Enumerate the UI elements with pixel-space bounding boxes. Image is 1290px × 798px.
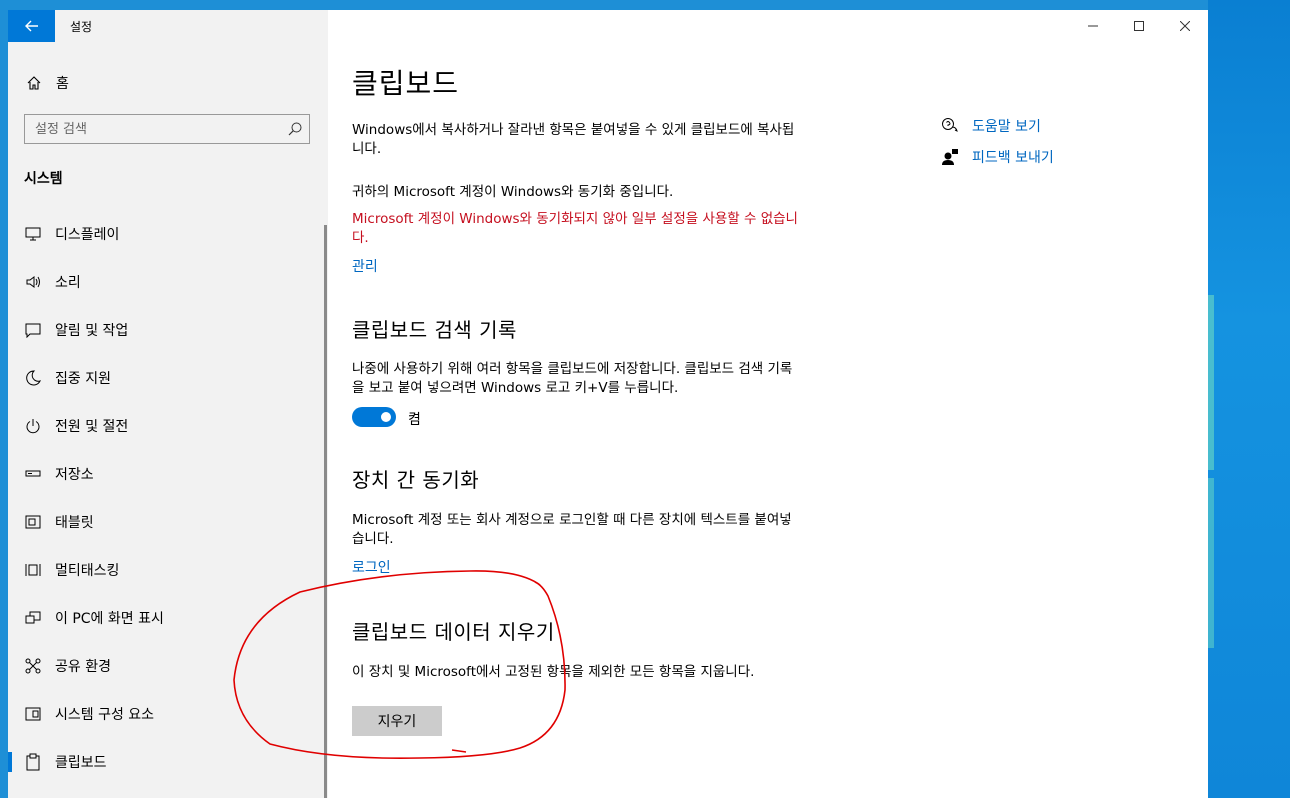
- project-icon: [24, 609, 42, 627]
- window-controls: [1070, 10, 1208, 42]
- sidebar-item-focus-assist[interactable]: 집중 지원: [8, 354, 324, 402]
- sidebar-item-label: 시스템 구성 요소: [55, 707, 155, 723]
- close-icon: [1180, 21, 1190, 31]
- related-links: 도움말 보기 피드백 보내기: [940, 110, 1054, 172]
- share-icon: [24, 657, 42, 675]
- moon-icon: [24, 369, 42, 387]
- history-toggle-label: 켬: [408, 412, 421, 428]
- minimize-icon: [1088, 25, 1098, 27]
- maximize-button[interactable]: [1116, 10, 1162, 42]
- clear-description: 이 장치 및 Microsoft에서 고정된 항목을 제외한 모든 항목을 지웁…: [352, 664, 755, 680]
- history-toggle[interactable]: [352, 407, 396, 427]
- sidebar-item-notifications[interactable]: 알림 및 작업: [8, 306, 324, 354]
- sidebar-item-tablet[interactable]: 태블릿: [8, 498, 324, 546]
- sidebar-item-label: 집중 지원: [55, 371, 111, 387]
- history-heading: 클립보드 검색 기록: [352, 318, 517, 342]
- sidebar-item-label: 저장소: [55, 467, 94, 483]
- sidebar: 설정 홈 시스템 디스플레이 소리 알림 및 작업: [8, 10, 328, 798]
- sidebar-item-sound[interactable]: 소리: [8, 258, 324, 306]
- home-label: 홈: [56, 76, 69, 92]
- app-title: 설정: [70, 20, 93, 34]
- sidebar-item-shared-experiences[interactable]: 공유 환경: [8, 642, 324, 690]
- sidebar-item-label: 소리: [55, 275, 81, 291]
- manage-link[interactable]: 관리: [352, 256, 378, 276]
- clipboard-icon: [24, 753, 42, 771]
- signin-link[interactable]: 로그인: [352, 557, 391, 577]
- sidebar-item-label: 태블릿: [55, 515, 94, 531]
- active-indicator: [8, 752, 12, 772]
- account-error-text: Microsoft 계정이 Windows와 동기화되지 않아 일부 설정을 사…: [352, 211, 798, 246]
- sidebar-item-system-components[interactable]: 시스템 구성 요소: [8, 690, 324, 738]
- components-icon: [24, 705, 42, 723]
- desktop-glow: [1208, 295, 1214, 470]
- sidebar-item-label: 알림 및 작업: [55, 323, 129, 339]
- clear-heading: 클립보드 데이터 지우기: [352, 620, 555, 644]
- sidebar-item-multitasking[interactable]: 멀티태스킹: [8, 546, 324, 594]
- close-button[interactable]: [1162, 10, 1208, 42]
- back-arrow-icon: [24, 20, 38, 32]
- sidebar-item-display[interactable]: 디스플레이: [8, 210, 324, 258]
- desktop-background: [1208, 0, 1290, 798]
- desktop-glow: [1208, 478, 1214, 648]
- sidebar-item-home[interactable]: 홈: [24, 68, 69, 98]
- sync-heading: 장치 간 동기화: [352, 468, 480, 492]
- page-title: 클립보드: [352, 67, 460, 100]
- account-sync-text: 귀하의 Microsoft 계정이 Windows와 동기화 중입니다.: [352, 184, 674, 200]
- intro-text: Windows에서 복사하거나 잘라낸 항목은 붙여넣을 수 있게 클립보드에 …: [352, 122, 795, 157]
- sidebar-item-label: 전원 및 절전: [55, 419, 129, 435]
- storage-icon: [24, 465, 42, 483]
- sidebar-item-storage[interactable]: 저장소: [8, 450, 324, 498]
- history-description: 나중에 사용하기 위해 여러 항목을 클립보드에 저장합니다. 클립보드 검색 …: [352, 361, 793, 396]
- power-icon: [24, 417, 42, 435]
- maximize-icon: [1134, 21, 1144, 31]
- help-icon: [940, 116, 960, 136]
- clear-button[interactable]: 지우기: [352, 706, 442, 736]
- search-icon: [288, 122, 302, 136]
- sidebar-item-label: 클립보드: [55, 755, 107, 771]
- sidebar-item-power[interactable]: 전원 및 절전: [8, 402, 324, 450]
- sidebar-item-label: 공유 환경: [55, 659, 111, 675]
- search-box[interactable]: [24, 114, 310, 144]
- sidebar-item-label: 멀티태스킹: [55, 563, 120, 579]
- speaker-icon: [24, 273, 42, 291]
- sync-description: Microsoft 계정 또는 회사 계정으로 로그인할 때 다른 장치에 텍스…: [352, 512, 792, 547]
- sidebar-item-project[interactable]: 이 PC에 화면 표시: [8, 594, 324, 642]
- notification-icon: [24, 321, 42, 339]
- toggle-knob: [381, 412, 391, 422]
- home-icon: [24, 73, 44, 93]
- main-content: 클립보드 Windows에서 복사하거나 잘라낸 항목은 붙여넣을 수 있게 클…: [328, 10, 1208, 798]
- sidebar-item-label: 디스플레이: [55, 227, 120, 243]
- display-icon: [24, 225, 42, 243]
- feedback-link[interactable]: 피드백 보내기: [940, 141, 1054, 172]
- search-input[interactable]: [25, 115, 285, 143]
- help-link[interactable]: 도움말 보기: [940, 110, 1054, 141]
- sidebar-item-clipboard[interactable]: 클립보드: [8, 738, 324, 786]
- tablet-icon: [24, 513, 42, 531]
- help-link-label: 도움말 보기: [972, 118, 1041, 135]
- section-title: 시스템: [24, 171, 63, 187]
- sidebar-item-label: 이 PC에 화면 표시: [55, 611, 164, 627]
- feedback-link-label: 피드백 보내기: [972, 149, 1054, 166]
- sidebar-nav: 디스플레이 소리 알림 및 작업 집중 지원 전원 및 절전 저장소 태블릿 멀…: [8, 210, 324, 786]
- minimize-button[interactable]: [1070, 10, 1116, 42]
- settings-window: 설정 홈 시스템 디스플레이 소리 알림 및 작업: [8, 10, 1208, 798]
- feedback-icon: [940, 147, 960, 167]
- titlebar: 설정: [8, 10, 328, 42]
- sidebar-scrollbar[interactable]: [324, 225, 327, 798]
- back-button[interactable]: [8, 10, 55, 42]
- multitasking-icon: [24, 561, 42, 579]
